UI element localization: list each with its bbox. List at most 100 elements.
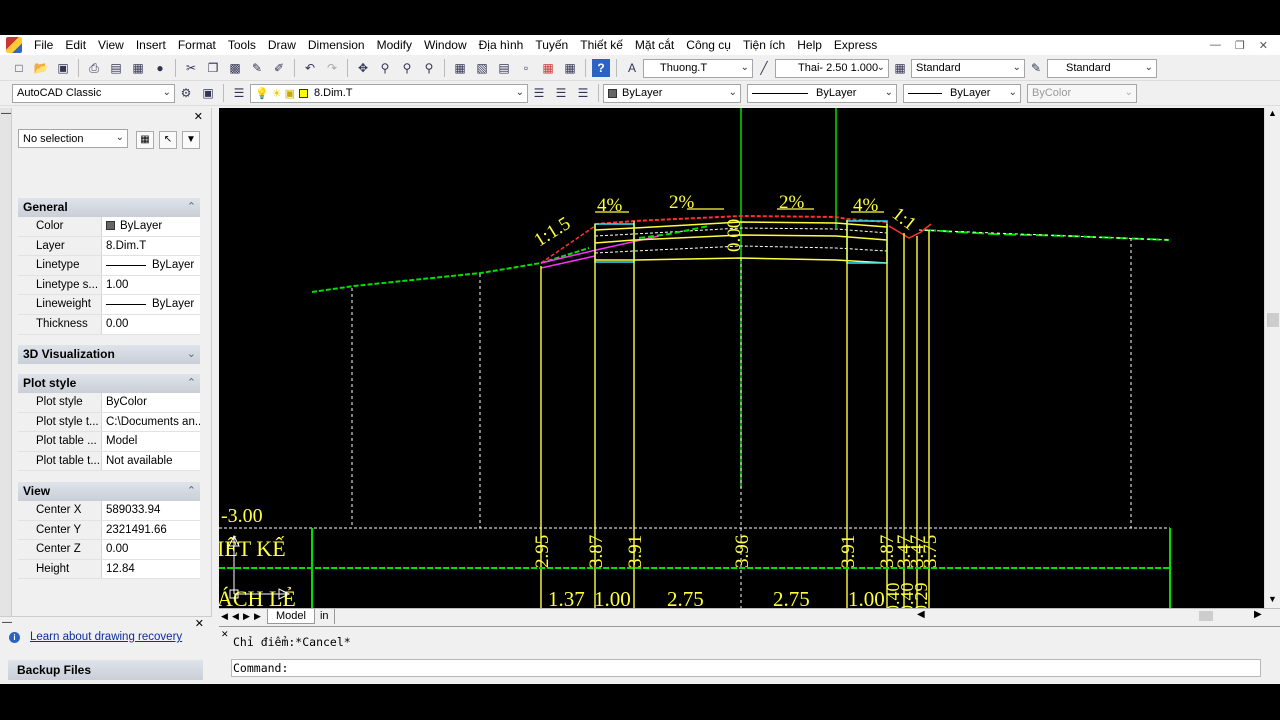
layer-on-icon[interactable]: 💡 bbox=[255, 87, 269, 100]
prop-plot-table-type[interactable]: Plot table t... Not available bbox=[18, 451, 200, 472]
workspace-settings-icon[interactable]: ⚙ bbox=[177, 84, 195, 102]
zoom-window-icon[interactable]: ⚲ bbox=[398, 59, 416, 77]
workspace-select[interactable]: AutoCAD Classic ⌄ bbox=[12, 83, 175, 103]
command-close-icon[interactable]: ✕ bbox=[221, 629, 229, 640]
menu-view[interactable]: View bbox=[92, 35, 130, 55]
redo-icon[interactable]: ↷ bbox=[323, 59, 341, 77]
menu-edit[interactable]: Edit bbox=[59, 35, 92, 55]
vertical-scroll-thumb[interactable] bbox=[1267, 313, 1279, 327]
calculator-icon[interactable]: ▦ bbox=[561, 59, 579, 77]
markup-icon[interactable]: ▦ bbox=[539, 59, 557, 77]
my-workspace-icon[interactable]: ▣ bbox=[199, 84, 217, 102]
prop-plot-style-table[interactable]: Plot style t... C:\Documents an... bbox=[18, 412, 200, 433]
general-header[interactable]: General ⌃ bbox=[18, 198, 200, 217]
scroll-up-icon[interactable]: ▲ bbox=[1268, 108, 1277, 118]
recovery-collapse-icon[interactable]: — bbox=[2, 617, 12, 628]
menu-format[interactable]: Format bbox=[172, 35, 222, 55]
prop-center-y[interactable]: Center Y 2321491.66 bbox=[18, 520, 200, 541]
prop-center-x[interactable]: Center X 589033.94 bbox=[18, 501, 200, 521]
backup-files-header[interactable]: Backup Files bbox=[8, 660, 203, 680]
prop-center-z[interactable]: Center Z 0.00 bbox=[18, 540, 200, 560]
paste-icon[interactable]: ▩ bbox=[226, 59, 244, 77]
prop-thickness[interactable]: Thickness 0.00 bbox=[18, 314, 200, 335]
next-tab-icon[interactable]: ▶ bbox=[241, 611, 252, 622]
3d-visualization-header[interactable]: 3D Visualization ⌄ bbox=[18, 345, 200, 364]
save-icon[interactable]: ▣ bbox=[54, 59, 72, 77]
publish-icon[interactable]: ▦ bbox=[129, 59, 147, 77]
first-tab-icon[interactable]: ◀ bbox=[219, 611, 230, 622]
layer-freeze-icon[interactable]: ☀ bbox=[272, 87, 282, 100]
prop-linetype-scale[interactable]: Linetype s... 1.00 bbox=[18, 275, 200, 296]
layer-lock-icon[interactable]: ▣ bbox=[285, 87, 295, 100]
menu-tuyen[interactable]: Tuyến bbox=[529, 35, 574, 55]
drawing-canvas[interactable]: 1:1.5 4% 2% 0.00 2% 4% 1:1 -3.00 IẾT KẾ … bbox=[219, 108, 1264, 608]
menu-express[interactable]: Express bbox=[828, 35, 883, 55]
text-style-icon[interactable]: A bbox=[623, 59, 641, 77]
table-style-select[interactable]: Standard ⌄ bbox=[911, 58, 1025, 78]
zoom-realtime-icon[interactable]: ⚲ bbox=[376, 59, 394, 77]
prop-height[interactable]: Height 12.84 bbox=[18, 559, 200, 580]
menu-tien-ich[interactable]: Tiện ích bbox=[737, 35, 791, 55]
quick-select-icon[interactable]: ▼ bbox=[182, 131, 200, 149]
select-objects-icon[interactable]: ↖ bbox=[159, 131, 177, 149]
new-icon[interactable]: □ bbox=[10, 59, 28, 77]
layer-previous-icon[interactable]: ☰ bbox=[552, 84, 570, 102]
dim-style-icon[interactable]: ╱ bbox=[755, 59, 773, 77]
menu-insert[interactable]: Insert bbox=[130, 35, 172, 55]
app-icon[interactable] bbox=[6, 37, 22, 53]
scroll-left-icon[interactable]: ◀ bbox=[917, 609, 925, 620]
palette-title-bar[interactable]: — bbox=[0, 108, 12, 643]
selection-select[interactable]: No selection ⌄ bbox=[18, 129, 128, 148]
prev-tab-icon[interactable]: ◀ bbox=[230, 611, 241, 622]
multileader-style-icon[interactable]: ✎ bbox=[1027, 59, 1045, 77]
design-center-icon[interactable]: ▧ bbox=[473, 59, 491, 77]
last-tab-icon[interactable]: ▶ bbox=[252, 611, 263, 622]
zoom-previous-icon[interactable]: ⚲ bbox=[420, 59, 438, 77]
scroll-down-icon[interactable]: ▼ bbox=[1268, 594, 1277, 604]
3d-dwf-icon[interactable]: ● bbox=[151, 59, 169, 77]
tab-layout[interactable]: in bbox=[315, 609, 335, 624]
view-header[interactable]: View ⌃ bbox=[18, 482, 200, 501]
preview-icon[interactable]: ▤ bbox=[107, 59, 125, 77]
prop-layer[interactable]: Layer 8.Dim.T bbox=[18, 236, 200, 257]
multileader-style-select[interactable]: Standard ⌄ bbox=[1047, 58, 1157, 78]
menu-thiet-ke[interactable]: Thiết kế bbox=[574, 35, 629, 55]
palette-close-icon[interactable]: ✕ bbox=[194, 110, 203, 123]
menu-mat-cat[interactable]: Mặt cắt bbox=[629, 35, 680, 55]
layer-manager-icon[interactable]: ☰ bbox=[230, 84, 248, 102]
copy-icon[interactable]: ❐ bbox=[204, 59, 222, 77]
layer-select[interactable]: 💡 ☀ ▣ 8.Dim.T ⌄ bbox=[250, 83, 528, 103]
lineweight-select[interactable]: ByLayer ⌄ bbox=[903, 83, 1021, 103]
sheet-set-icon[interactable]: ▫ bbox=[517, 59, 535, 77]
menu-window[interactable]: Window bbox=[418, 35, 473, 55]
prop-plot-style[interactable]: Plot style ByColor bbox=[18, 393, 200, 413]
menu-dimension[interactable]: Dimension bbox=[302, 35, 371, 55]
color-select[interactable]: ByLayer ⌄ bbox=[603, 83, 741, 103]
cut-icon[interactable]: ✂ bbox=[182, 59, 200, 77]
menu-cong-cu[interactable]: Công cụ bbox=[680, 35, 737, 55]
layer-states-icon[interactable]: ☰ bbox=[574, 84, 592, 102]
help-icon[interactable]: ? bbox=[592, 59, 610, 77]
menu-dia-hinh[interactable]: Địa hình bbox=[473, 35, 530, 55]
prop-plot-table-attached[interactable]: Plot table ... Model bbox=[18, 432, 200, 452]
tab-model[interactable]: Model bbox=[267, 609, 315, 624]
horizontal-scrollbar[interactable]: ◀ ▶ bbox=[917, 609, 1262, 622]
menu-tools[interactable]: Tools bbox=[222, 35, 262, 55]
undo-icon[interactable]: ↶ bbox=[301, 59, 319, 77]
menu-modify[interactable]: Modify bbox=[371, 35, 418, 55]
recovery-close-icon[interactable]: ✕ bbox=[195, 617, 204, 630]
drawing-recovery-link[interactable]: Learn about drawing recovery bbox=[30, 631, 182, 643]
match-properties-icon[interactable]: ✎ bbox=[248, 59, 266, 77]
tool-palettes-icon[interactable]: ▤ bbox=[495, 59, 513, 77]
text-style-select[interactable]: Thuong.T ⌄ bbox=[643, 58, 753, 78]
minimize-icon[interactable]: — bbox=[1210, 39, 1221, 52]
menu-draw[interactable]: Draw bbox=[262, 35, 302, 55]
dim-style-select[interactable]: Thai- 2.50 1.000 ⌄ bbox=[775, 58, 889, 78]
prop-color[interactable]: Color ByLayer bbox=[18, 217, 200, 237]
block-editor-icon[interactable]: ✐ bbox=[270, 59, 288, 77]
toggle-pickadd-icon[interactable]: ▦ bbox=[136, 131, 154, 149]
vertical-scrollbar[interactable]: ▲ ▼ bbox=[1264, 108, 1280, 608]
properties-icon[interactable]: ▦ bbox=[451, 59, 469, 77]
menu-file[interactable]: File bbox=[28, 35, 59, 55]
open-icon[interactable]: 📂 bbox=[32, 59, 50, 77]
